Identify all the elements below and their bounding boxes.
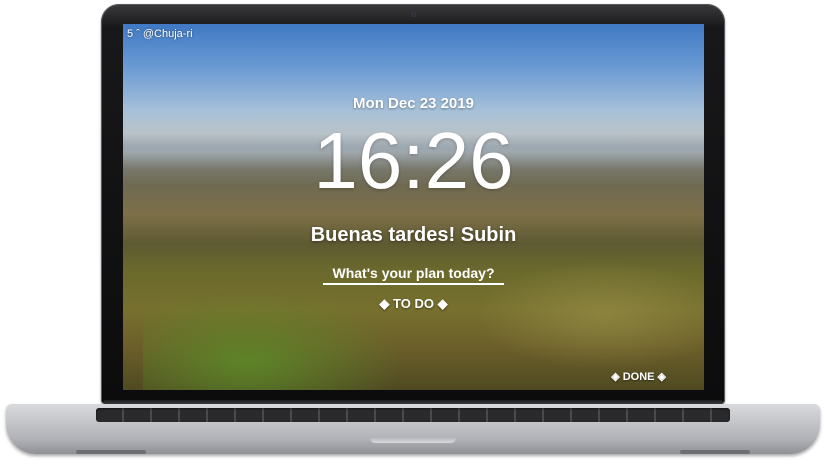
photo-credit: 5 ˆ @Chuja-ri [127,28,193,40]
todo-toggle[interactable]: ◆ TO DO ◆ [123,296,704,312]
current-date: Mon Dec 23 2019 [353,95,474,112]
done-toggle[interactable]: ◈ DONE ◈ [611,370,666,383]
plan-input[interactable] [323,263,504,285]
laptop-screen: 5 ˆ @Chuja-ri Mon Dec 23 2019 16:26 Buen… [123,24,704,390]
laptop-foot [680,450,750,454]
greeting: Buenas tardes! Subin [310,224,517,246]
trackpad-notch [370,438,456,443]
clock: 16:26 [313,116,514,205]
laptop-mockup: 5 ˆ @Chuja-ri Mon Dec 23 2019 16:26 Buen… [0,0,826,468]
keyboard [96,408,730,422]
camera-icon [411,12,416,17]
laptop-foot [76,450,146,454]
laptop-lid: 5 ˆ @Chuja-ri Mon Dec 23 2019 16:26 Buen… [101,4,725,404]
laptop-base [6,404,820,454]
background-field [474,260,704,370]
